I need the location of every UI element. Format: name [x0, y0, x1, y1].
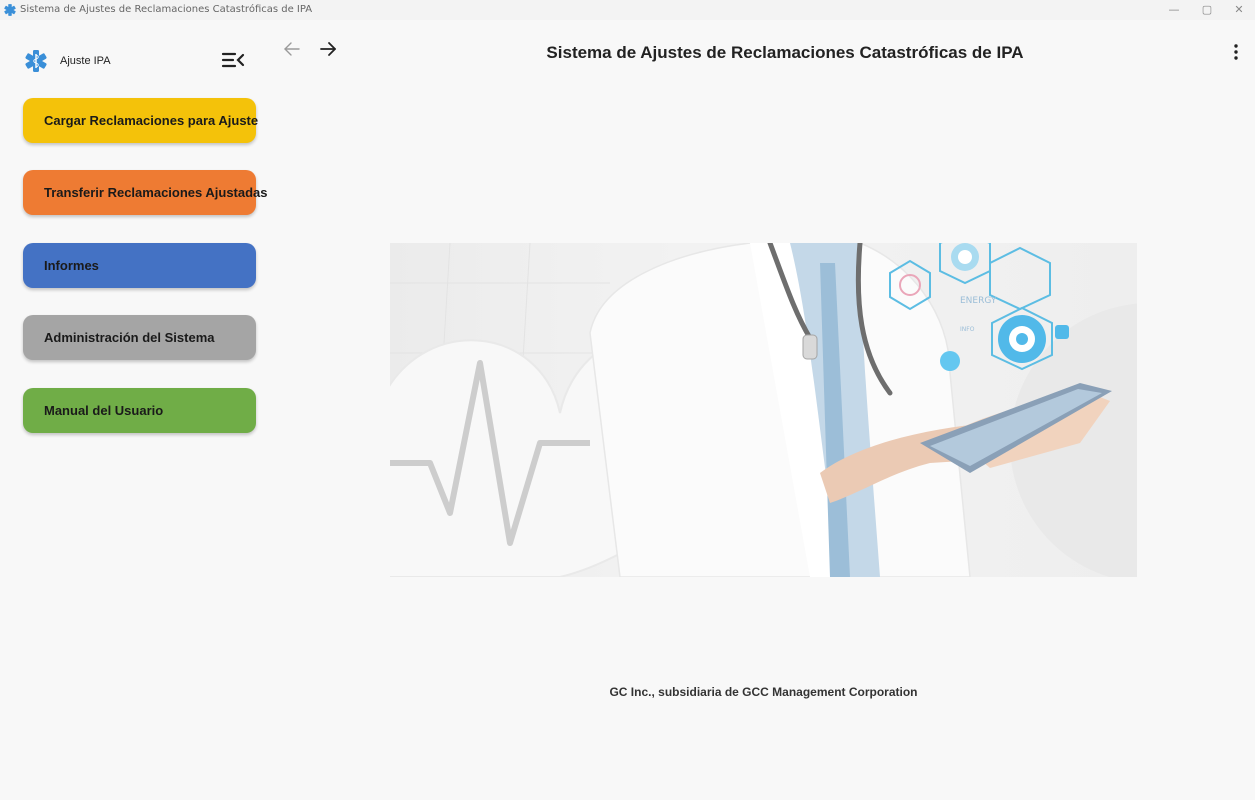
brand-name: Ajuste IPA [60, 55, 111, 67]
app-window: Sistema de Ajustes de Reclamaciones Cata… [0, 0, 1255, 800]
maximize-button[interactable]: ▢ [1193, 2, 1221, 18]
app-icon [4, 4, 16, 16]
doctor-with-tablet-illustration: ENERGY INFO [390, 243, 1137, 577]
nav-transfer-claims-button[interactable]: Transferir Reclamaciones Ajustadas [23, 170, 268, 215]
footer-company-text: GC Inc., subsidiaria de GCC Management C… [609, 685, 918, 699]
minimize-button[interactable]: — [1160, 2, 1188, 18]
window-title: Sistema de Ajustes de Reclamaciones Cata… [20, 4, 313, 15]
sidebar: Ajuste IPA Cargar Reclamaciones para Aju… [0, 20, 270, 800]
title-bar: Sistema de Ajustes de Reclamaciones Cata… [0, 0, 1255, 20]
page-title: Sistema de Ajustes de Reclamaciones Cata… [546, 43, 1024, 62]
medical-star-of-life-icon [25, 50, 47, 72]
close-button[interactable]: ✕ [1225, 2, 1253, 18]
arrow-left-icon[interactable] [282, 40, 302, 58]
nav-reports-button[interactable]: Informes [23, 243, 256, 288]
nav-system-admin-button[interactable]: Administración del Sistema [23, 315, 256, 360]
nav-upload-claims-button[interactable]: Cargar Reclamaciones para Ajuste [23, 98, 258, 143]
arrow-right-icon[interactable] [318, 40, 338, 58]
nav-user-manual-button[interactable]: Manual del Usuario [23, 388, 256, 433]
hero-banner: ENERGY INFO [390, 243, 1137, 577]
menu-collapse-icon[interactable] [220, 50, 246, 70]
more-vertical-icon[interactable] [1228, 42, 1244, 62]
